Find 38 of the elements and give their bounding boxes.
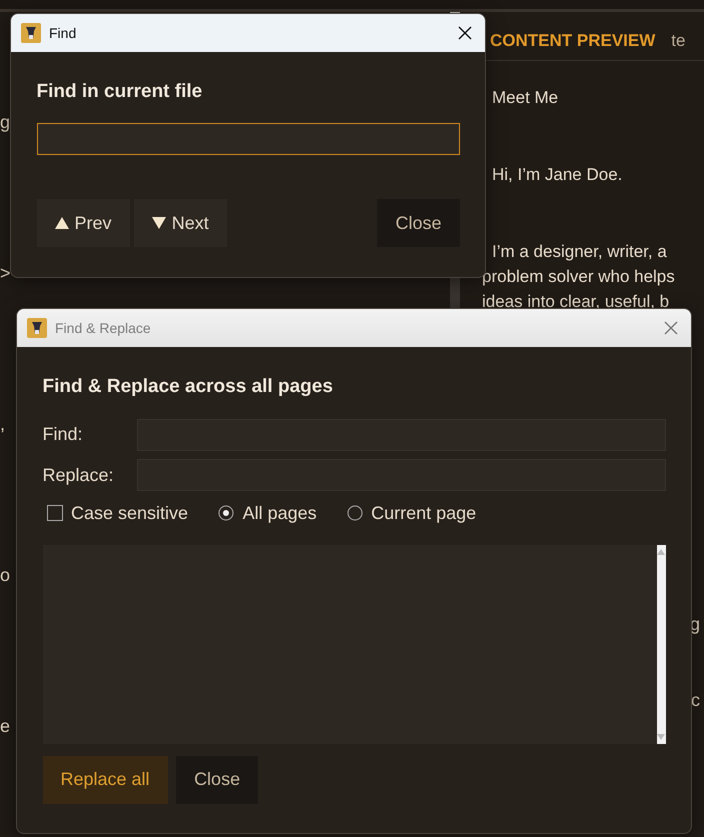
dialog-heading: Find in current file (36, 80, 204, 104)
app-icon (27, 318, 47, 338)
dialog-heading: Find & Replace across all pages (42, 375, 334, 399)
preview-text: ideas into clear, useful, b (482, 290, 670, 312)
scrollbar[interactable] (656, 544, 666, 744)
app-icon (21, 23, 41, 43)
preview-title: CONTENT PREVIEW (490, 30, 656, 52)
preview-text: Hi, I’m Jane Doe. (492, 164, 624, 186)
prev-button[interactable]: Prev (36, 199, 130, 247)
radio-button[interactable] (218, 505, 234, 521)
triangle-down-icon (152, 216, 166, 230)
preview-tab[interactable]: te (671, 28, 686, 54)
text-fragment: g (0, 111, 10, 134)
scroll-up-icon (657, 548, 665, 554)
preview-text: I’m a designer, writer, a (492, 240, 668, 262)
preview-text: Meet Me (492, 86, 560, 108)
text-fragment: > (0, 262, 11, 285)
search-field[interactable] (36, 123, 460, 155)
option-label: Case sensitive (71, 502, 188, 524)
scroll-down-icon (657, 734, 665, 740)
triangle-up-icon (54, 216, 68, 230)
next-button[interactable]: Next (134, 199, 227, 247)
replace-all-button[interactable]: Replace all (42, 756, 168, 804)
text-fragment: e (0, 715, 10, 738)
option-label: All pages (242, 502, 317, 525)
field-label: Find: (42, 423, 84, 446)
text-fragment: , (0, 413, 6, 436)
window-title: Find (49, 24, 76, 42)
option-label: Current page (371, 502, 476, 525)
text-fragment: o (0, 564, 10, 587)
field-label: Replace: (42, 464, 115, 487)
window-title: Find & Replace (55, 318, 151, 338)
close-button[interactable]: Close (377, 199, 460, 247)
close-button[interactable]: Close (176, 756, 258, 804)
preview-text: problem solver who helps (482, 266, 676, 288)
radio-button[interactable] (346, 505, 363, 521)
checkbox[interactable] (46, 505, 62, 521)
text-fragment: c (691, 688, 700, 712)
